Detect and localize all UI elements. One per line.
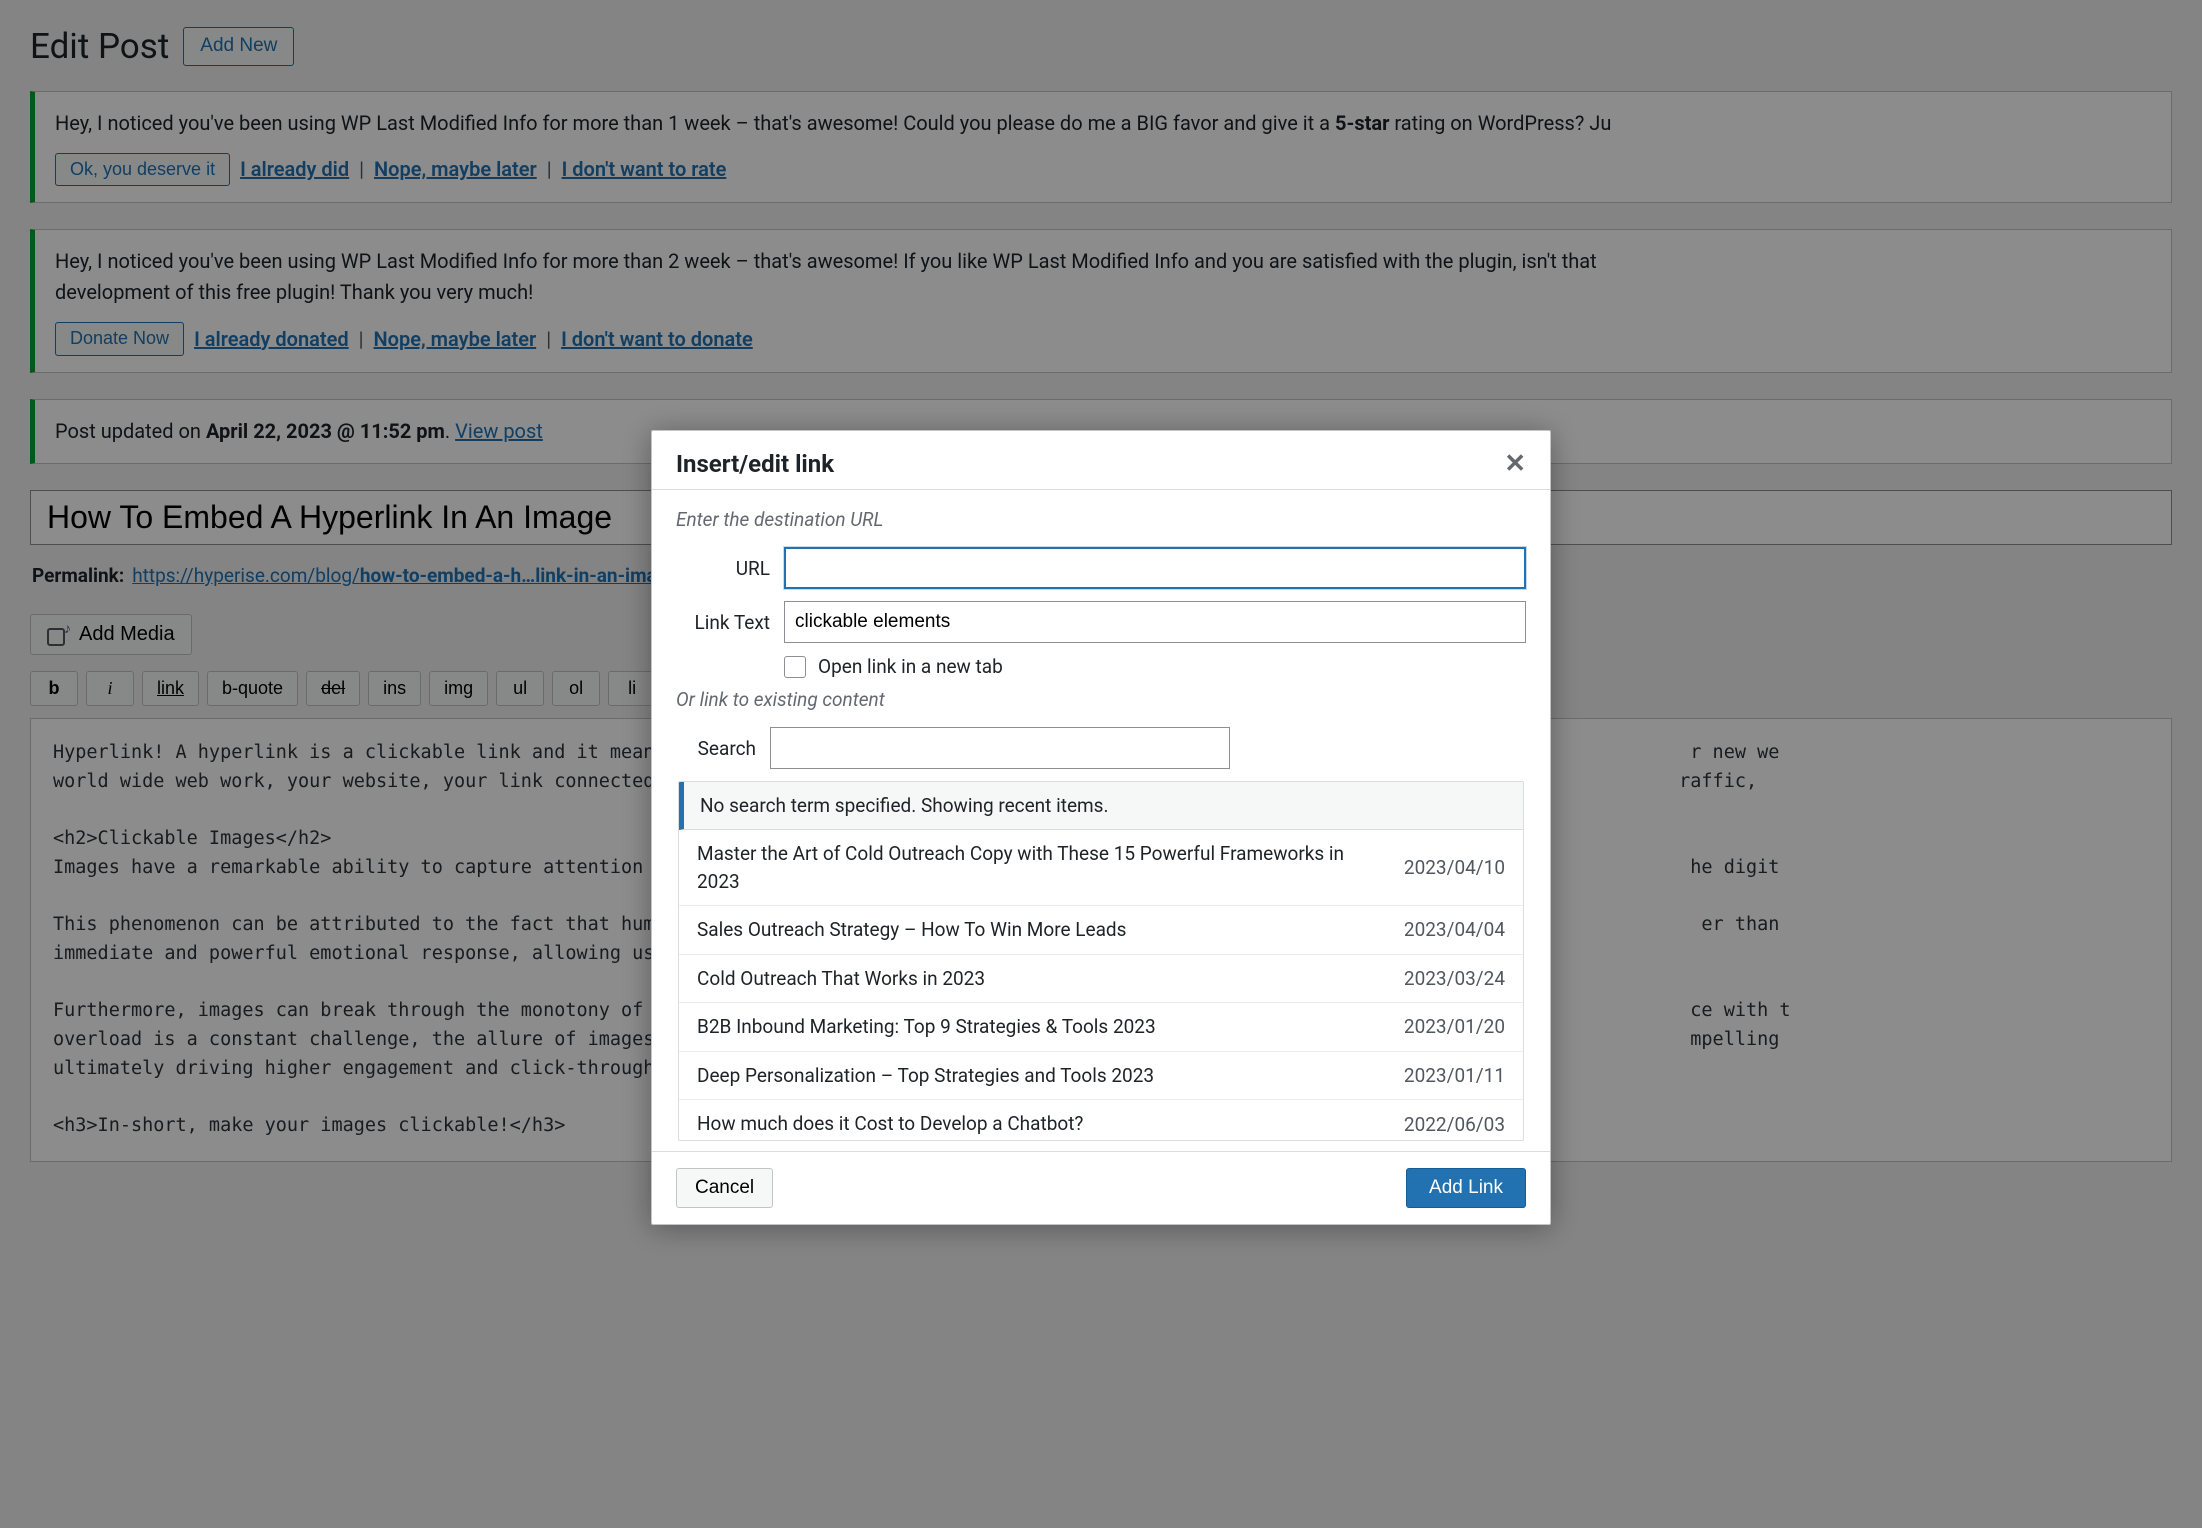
search-input[interactable] [770,727,1230,769]
url-label: URL [676,557,770,580]
result-date: 2023/03/24 [1404,967,1505,990]
url-hint: Enter the destination URL [676,508,1526,531]
result-title: Cold Outreach That Works in 2023 [697,965,1384,993]
result-date: 2023/04/04 [1404,918,1505,941]
result-item[interactable]: B2B Inbound Marketing: Top 9 Strategies … [679,1003,1523,1052]
url-input[interactable] [784,547,1526,589]
modal-overlay: Insert/edit link ✕ Enter the destination… [0,0,2202,1528]
result-item[interactable]: Deep Personalization – Top Strategies an… [679,1052,1523,1101]
result-title: Sales Outreach Strategy – How To Win Mor… [697,916,1384,944]
result-item[interactable]: Sales Outreach Strategy – How To Win Mor… [679,906,1523,955]
newtab-checkbox[interactable] [784,656,806,678]
close-icon[interactable]: ✕ [1504,449,1526,479]
result-title: How much does it Cost to Develop a Chatb… [697,1110,1384,1138]
result-date: 2022/06/03 [1404,1113,1505,1136]
existing-hint: Or link to existing content [676,688,1526,711]
result-item[interactable]: Cold Outreach That Works in 2023 2023/03/… [679,955,1523,1004]
result-title: Master the Art of Cold Outreach Copy wit… [697,840,1384,895]
linktext-input[interactable] [784,601,1526,643]
cancel-button[interactable]: Cancel [676,1168,773,1208]
insert-link-modal: Insert/edit link ✕ Enter the destination… [651,430,1551,1225]
result-item[interactable]: How much does it Cost to Develop a Chatb… [679,1100,1523,1141]
results-heading: No search term specified. Showing recent… [679,782,1523,830]
modal-title: Insert/edit link [676,450,834,478]
result-title: B2B Inbound Marketing: Top 9 Strategies … [697,1013,1384,1041]
add-link-button[interactable]: Add Link [1406,1168,1526,1208]
linktext-label: Link Text [676,611,770,634]
result-item[interactable]: Master the Art of Cold Outreach Copy wit… [679,830,1523,906]
search-results: No search term specified. Showing recent… [678,781,1524,1141]
search-label: Search [676,737,756,760]
result-date: 2023/01/20 [1404,1015,1505,1038]
result-date: 2023/04/10 [1404,856,1505,879]
result-title: Deep Personalization – Top Strategies an… [697,1062,1384,1090]
result-date: 2023/01/11 [1404,1064,1505,1087]
newtab-label: Open link in a new tab [818,655,1003,678]
